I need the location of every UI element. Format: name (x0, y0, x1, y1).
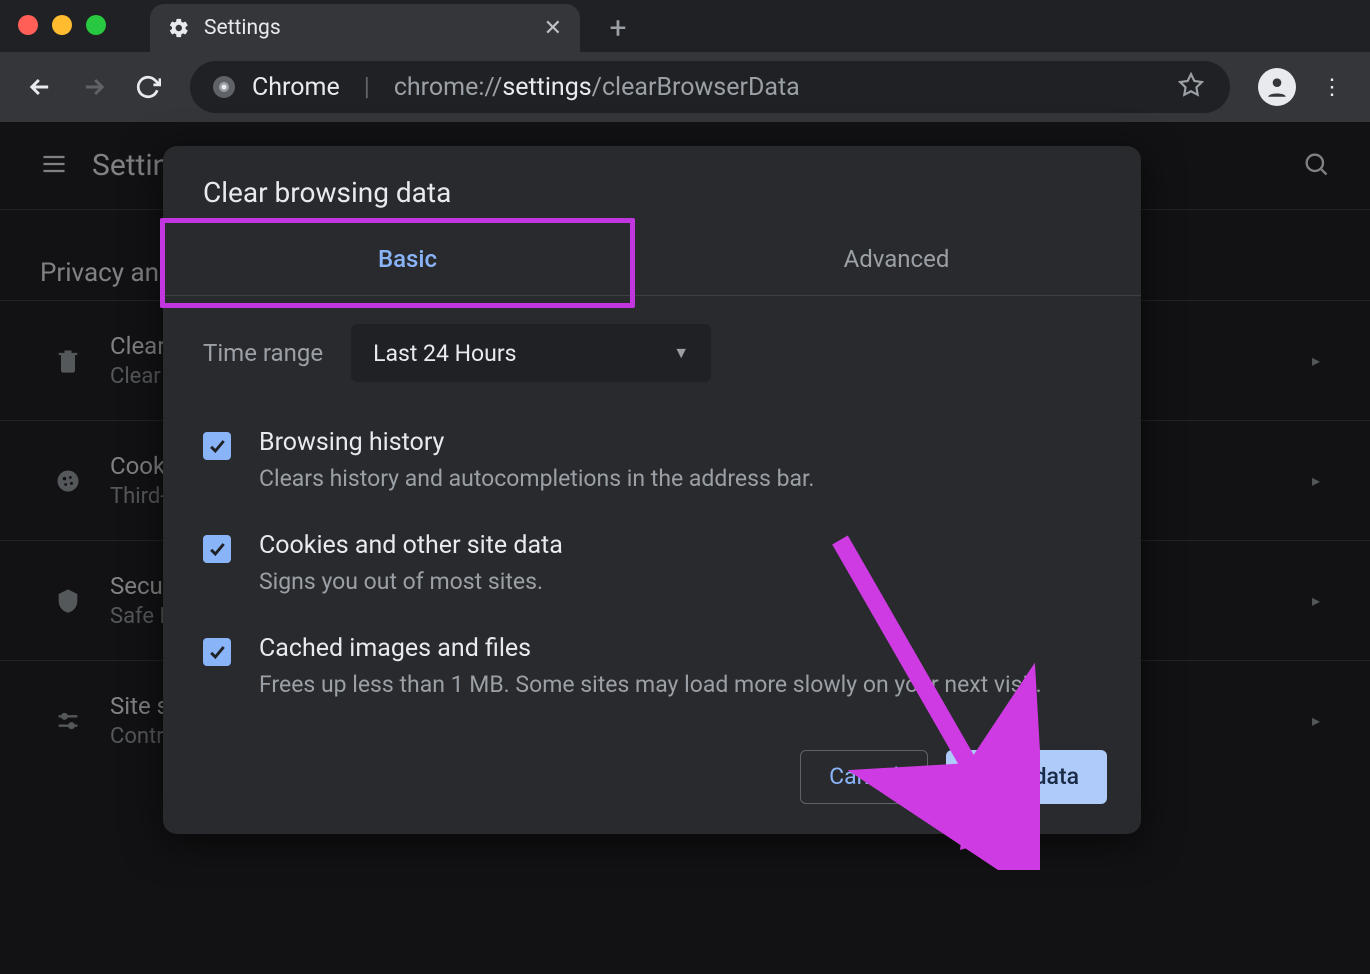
checkbox-cookies[interactable] (203, 535, 231, 563)
browser-toolbar: Chrome | chrome://settings/clearBrowserD… (0, 52, 1370, 122)
window-zoom-button[interactable] (86, 15, 106, 35)
url-host: settings (502, 73, 591, 102)
checkbox-list: Browsing history Clears history and auto… (163, 392, 1141, 720)
window-close-button[interactable] (18, 15, 38, 35)
clear-browsing-data-dialog: Clear browsing data Basic Advanced Time … (163, 146, 1141, 834)
tab-advanced[interactable]: Advanced (652, 223, 1141, 295)
url-separator: | (364, 73, 370, 102)
tab-title: Settings (204, 16, 530, 40)
cookie-icon (50, 467, 86, 495)
close-icon[interactable]: ✕ (544, 16, 562, 41)
checkbox-browsing-history[interactable] (203, 432, 231, 460)
url-text: chrome://settings/clearBrowserData (394, 73, 800, 102)
chevron-right-icon: ▸ (1312, 711, 1320, 730)
cancel-button[interactable]: Cancel (800, 750, 928, 804)
trash-icon (50, 347, 86, 375)
check-title: Cookies and other site data (259, 531, 563, 560)
chevron-right-icon: ▸ (1312, 591, 1320, 610)
window-minimize-button[interactable] (52, 15, 72, 35)
check-title: Cached images and files (259, 634, 1042, 663)
new-tab-button[interactable]: + (598, 8, 638, 48)
kebab-menu-icon[interactable]: ⋮ (1312, 75, 1352, 100)
chrome-icon (212, 75, 236, 99)
check-sub: Frees up less than 1 MB. Some sites may … (259, 669, 1042, 701)
url-scheme: chrome:// (394, 73, 502, 102)
hamburger-icon[interactable] (40, 150, 68, 182)
time-range-label: Time range (203, 339, 323, 367)
tab-basic[interactable]: Basic (163, 223, 652, 295)
tab-strip: Settings ✕ + (0, 0, 1370, 52)
browser-tab-settings[interactable]: Settings ✕ (150, 4, 580, 52)
check-item-browsing-history: Browsing history Clears history and auto… (203, 410, 1101, 513)
window-controls (18, 15, 106, 35)
bookmark-star-icon[interactable] (1178, 72, 1208, 102)
back-button[interactable] (18, 65, 62, 109)
gear-icon (168, 17, 190, 39)
time-range-select[interactable]: Last 24 Hours ▼ (351, 324, 711, 382)
check-sub: Signs you out of most sites. (259, 566, 563, 598)
sliders-icon (50, 707, 86, 735)
shield-icon (50, 587, 86, 615)
checkbox-cache[interactable] (203, 638, 231, 666)
url-path: /clearBrowserData (592, 73, 800, 102)
time-range-row: Time range Last 24 Hours ▼ (163, 296, 1141, 392)
forward-button[interactable] (72, 65, 116, 109)
time-range-value: Last 24 Hours (373, 340, 516, 367)
check-item-cache: Cached images and files Frees up less th… (203, 616, 1101, 719)
check-item-cookies: Cookies and other site data Signs you ou… (203, 513, 1101, 616)
check-title: Browsing history (259, 428, 814, 457)
chevron-down-icon: ▼ (673, 343, 689, 363)
chevron-right-icon: ▸ (1312, 471, 1320, 490)
reload-button[interactable] (126, 65, 170, 109)
address-bar[interactable]: Chrome | chrome://settings/clearBrowserD… (190, 61, 1230, 113)
clear-data-button[interactable]: Clear data (946, 750, 1107, 804)
dialog-actions: Cancel Clear data (163, 720, 1141, 810)
search-icon[interactable] (1302, 150, 1330, 182)
dialog-tabs: Basic Advanced (163, 223, 1141, 296)
chevron-right-icon: ▸ (1312, 351, 1320, 370)
url-product: Chrome (252, 73, 340, 102)
dialog-title: Clear browsing data (163, 146, 1141, 219)
profile-button[interactable] (1258, 68, 1296, 106)
check-sub: Clears history and autocompletions in th… (259, 463, 814, 495)
